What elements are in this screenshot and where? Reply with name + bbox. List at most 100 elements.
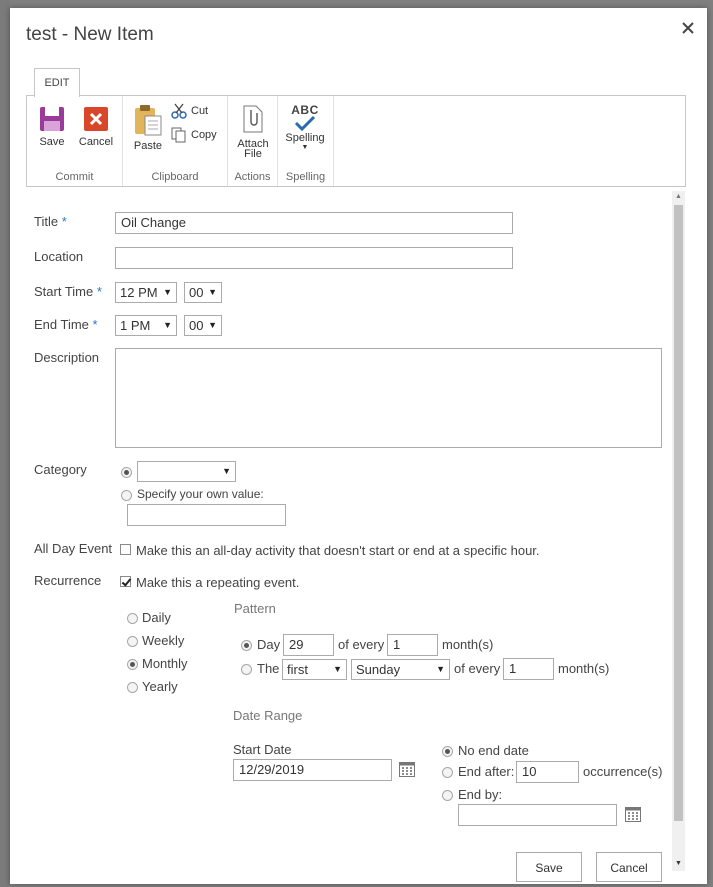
scroll-up-icon[interactable]: ▲ (674, 192, 683, 202)
all-day-text: Make this an all-day activity that doesn… (136, 543, 540, 558)
item-form: Title * Oil Change Location Start Time *… (26, 191, 670, 882)
end-after-input[interactable]: 10 (516, 761, 579, 783)
the-label: The (257, 661, 280, 676)
ordinal-select[interactable]: first ▼ (282, 659, 347, 680)
attach-label-line2: File (244, 148, 262, 160)
end-hour-select[interactable]: 1 PM ▼ (115, 315, 177, 336)
dialog-title: test - New Item (26, 24, 154, 45)
yearly-label: Yearly (142, 679, 178, 694)
daily-radio[interactable] (127, 613, 138, 624)
start-date-input[interactable]: 12/29/2019 (233, 759, 392, 781)
yearly-radio[interactable] (127, 682, 138, 693)
no-end-date-radio[interactable] (442, 746, 453, 757)
group-label-actions: Actions (234, 171, 271, 183)
vertical-scrollbar[interactable]: ▲ ▼ (672, 191, 685, 871)
close-button[interactable] (678, 18, 698, 38)
end-by-input[interactable] (458, 804, 617, 826)
all-day-label: All Day Event (34, 541, 113, 556)
title-input[interactable]: Oil Change (115, 212, 513, 234)
page-backdrop-left (0, 0, 10, 887)
category-own-label: Specify your own value: (137, 487, 264, 501)
scroll-thumb[interactable] (674, 205, 683, 821)
category-choice-radio[interactable] (121, 467, 132, 478)
paste-button[interactable]: Paste (131, 104, 165, 152)
copy-icon (171, 127, 186, 143)
start-date-label: Start Date (233, 742, 292, 757)
recurrence-checkbox[interactable] (120, 576, 131, 587)
pattern-day-radio[interactable] (241, 640, 252, 651)
group-actions: Attach File Actions (228, 96, 278, 186)
month-interval-input-2[interactable]: 1 (503, 658, 554, 680)
cancel-label: Cancel (78, 136, 114, 148)
start-time-label: Start Time * (34, 284, 102, 299)
month-interval-input-1[interactable]: 1 (387, 634, 438, 656)
chevron-down-icon: ▼ (301, 144, 309, 151)
end-by-calendar-button[interactable] (625, 806, 641, 827)
ribbon: EDIT Save Cancel Commit Paste Cut Copy C… (26, 68, 686, 187)
save-button-footer[interactable]: Save (516, 852, 582, 882)
occurrences-label: occurrence(s) (583, 764, 663, 779)
location-label: Location (34, 249, 84, 264)
weekday-select[interactable]: Sunday ▼ (351, 659, 450, 680)
description-textarea[interactable] (115, 348, 662, 448)
scissors-icon (171, 103, 187, 119)
all-day-checkbox[interactable] (120, 544, 131, 555)
end-by-radio[interactable] (442, 790, 453, 801)
group-label-clipboard: Clipboard (151, 171, 199, 183)
cancel-ribbon-button[interactable]: Cancel (77, 106, 115, 148)
cut-button[interactable]: Cut (171, 103, 208, 119)
checkmark-icon (294, 115, 316, 131)
of-every-label-2: of every (454, 661, 501, 676)
start-date-calendar-button[interactable] (399, 761, 415, 782)
calendar-icon (625, 807, 641, 822)
scroll-down-icon[interactable]: ▼ (674, 859, 683, 869)
end-after-label: End after: (458, 764, 515, 779)
category-label: Category (34, 462, 87, 477)
weekly-radio[interactable] (127, 636, 138, 647)
monthly-label: Monthly (142, 656, 188, 671)
end-minute-select[interactable]: 00 ▼ (184, 315, 222, 336)
end-after-radio[interactable] (442, 767, 453, 778)
category-select[interactable]: ▼ (137, 461, 236, 482)
ribbon-body: Save Cancel Commit Paste Cut Copy Clipbo… (26, 95, 686, 187)
tab-edit[interactable]: EDIT (34, 68, 80, 97)
save-button[interactable]: Save (37, 106, 67, 148)
day-label: Day (257, 637, 281, 652)
save-icon (40, 107, 64, 131)
new-item-dialog: test - New Item EDIT Save Cancel Commit … (10, 8, 707, 884)
of-every-label-1: of every (338, 637, 385, 652)
cut-label: Cut (191, 105, 209, 117)
copy-label: Copy (191, 129, 217, 141)
weekly-label: Weekly (142, 633, 185, 648)
recurrence-label: Recurrence (34, 573, 102, 588)
title-field-label: Title * (34, 214, 67, 229)
location-input[interactable] (115, 247, 513, 269)
recurrence-text: Make this a repeating event. (136, 575, 300, 590)
end-time-label: End Time * (34, 317, 98, 332)
close-icon (682, 22, 694, 34)
start-minute-select[interactable]: 00 ▼ (184, 282, 222, 303)
category-own-radio[interactable] (121, 490, 132, 501)
abc-text: ABC (291, 103, 319, 117)
spelling-button[interactable]: ABC Spelling ▼ (284, 103, 326, 152)
day-input[interactable]: 29 (283, 634, 334, 656)
start-hour-select[interactable]: 12 PM ▼ (115, 282, 177, 303)
group-label-spelling: Spelling (285, 171, 326, 183)
pattern-the-radio[interactable] (241, 664, 252, 675)
monthly-radio[interactable] (127, 659, 138, 670)
no-end-date-label: No end date (458, 743, 529, 758)
paperclip-icon (243, 105, 263, 133)
description-label: Description (34, 350, 100, 365)
group-label-commit: Commit (55, 171, 94, 183)
attach-file-button[interactable]: Attach File (234, 104, 272, 160)
save-label: Save (39, 136, 65, 148)
category-own-input[interactable] (127, 504, 286, 526)
daily-label: Daily (142, 610, 171, 625)
calendar-icon (399, 762, 415, 777)
copy-button[interactable]: Copy (171, 127, 217, 143)
group-clipboard: Paste Cut Copy Clipboard (123, 96, 228, 186)
spelling-label: Spelling (285, 132, 325, 144)
months-label-1: month(s) (442, 637, 494, 652)
months-label-2: month(s) (558, 661, 610, 676)
cancel-button-footer[interactable]: Cancel (596, 852, 662, 882)
